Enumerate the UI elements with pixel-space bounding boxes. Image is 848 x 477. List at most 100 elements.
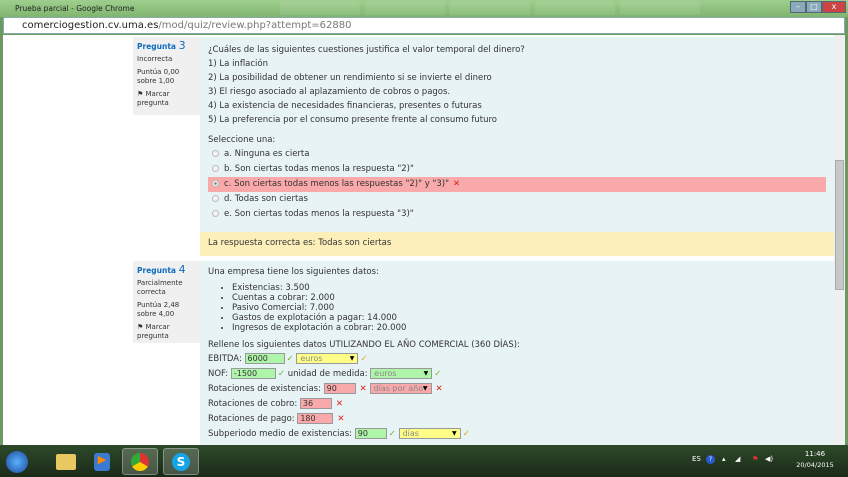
radio[interactable] xyxy=(212,150,219,157)
help-icon[interactable]: ? xyxy=(706,455,715,464)
flag-question-button[interactable]: ⚑ Marcar pregunta xyxy=(137,323,196,341)
subperiodo-unit-select[interactable]: días ▼ xyxy=(398,428,461,439)
list-item: Ingresos de explotación a cobrar: 20.000 xyxy=(232,323,826,333)
title-bar: Prueba parcial - Google Chrome – □ x xyxy=(0,0,848,17)
option-c-selected[interactable]: c. Son ciertas todas menos las respuesta… xyxy=(208,177,826,192)
check-icon: ✓ xyxy=(277,369,285,379)
clock[interactable]: 11:46 20/04/2015 xyxy=(790,449,840,471)
list-item: Cuentas a cobrar: 2.000 xyxy=(232,293,826,303)
question-score: Puntúa 0,00 sobre 1,00 xyxy=(137,68,180,85)
question-number: Pregunta 3 xyxy=(137,39,186,52)
option-b[interactable]: b. Son ciertas todas menos la respuesta … xyxy=(208,162,826,177)
option-e[interactable]: e. Son ciertas todas menos la respuesta … xyxy=(208,207,826,222)
close-button[interactable]: x xyxy=(822,1,846,13)
statement: 5) La preferencia por el consumo present… xyxy=(208,115,498,125)
taskbar-media-player[interactable]: ▶ xyxy=(84,448,120,475)
option-a[interactable]: a. Ninguna es cierta xyxy=(208,147,826,162)
rot-existencias-unit-select[interactable]: días por año ▼ xyxy=(369,383,432,394)
subperiodo-unit: días xyxy=(402,429,419,438)
page-content: Pregunta 3 Incorrecta Puntúa 0,00 sobre … xyxy=(3,35,845,445)
background-tab[interactable] xyxy=(365,1,445,15)
minimize-button[interactable]: – xyxy=(790,1,806,13)
data-list: Existencias: 3.500 Cuentas a cobrar: 2.0… xyxy=(232,283,826,333)
language-indicator[interactable]: ES xyxy=(692,455,701,463)
statement: 1) La inflación xyxy=(208,59,269,69)
incorrect-icon: ✕ xyxy=(435,384,443,394)
field-row-subperiodo: Subperiodo medio de existencias: 90 ✓ día… xyxy=(208,427,826,442)
partial-check-icon: ✓ xyxy=(360,354,368,364)
option-d[interactable]: d. Todas son ciertas xyxy=(208,192,826,207)
start-button[interactable] xyxy=(2,448,32,475)
rot-cobro-input[interactable]: 36 xyxy=(299,398,332,409)
volume-icon[interactable]: ◀) xyxy=(765,455,773,463)
list-item: Existencias: 3.500 xyxy=(232,283,826,293)
radio[interactable] xyxy=(212,195,219,202)
folder-icon xyxy=(56,453,76,470)
field-row-nof: NOF: -1500 ✓ unidad de medida: euros ▼ ✓ xyxy=(208,368,442,379)
field-row-rot-cobro: Rotaciones de cobro: 36 ✕ xyxy=(208,398,344,409)
question-score: Puntúa 2,48 sobre 4,00 xyxy=(137,301,180,318)
check-icon: ✓ xyxy=(286,354,294,364)
scrollbar-thumb[interactable] xyxy=(835,160,844,290)
radio[interactable] xyxy=(212,180,219,187)
question-text: ¿Cuáles de las siguientes cuestiones jus… xyxy=(208,45,525,55)
partial-check-icon: ✓ xyxy=(462,429,470,439)
tray-expand-icon[interactable]: ▴ xyxy=(722,455,726,463)
flag-icon: ⚑ xyxy=(137,90,146,98)
statement: 2) La posibilidad de obtener un rendimie… xyxy=(208,73,492,83)
incorrect-icon: ✕ xyxy=(337,414,345,424)
taskbar-explorer[interactable] xyxy=(48,448,84,475)
question-4-info: Pregunta 4 Parcialmente correcta Puntúa … xyxy=(133,261,200,343)
question-text: Una empresa tiene los siguientes datos: xyxy=(208,267,379,277)
taskbar-chrome[interactable] xyxy=(122,448,158,475)
flag-icon: ⚑ xyxy=(137,323,146,331)
action-center-icon[interactable]: ⚑ xyxy=(752,455,758,463)
flag-question-button[interactable]: ⚑ Marcar pregunta xyxy=(137,90,196,108)
incorrect-icon: ✕ xyxy=(359,384,367,394)
background-tab[interactable] xyxy=(450,1,530,15)
subperiodo-input[interactable]: 90 xyxy=(354,428,387,439)
maximize-button[interactable]: □ xyxy=(806,1,822,13)
question-number: Pregunta 4 xyxy=(137,263,186,276)
statement: 3) El riesgo asociado al aplazamiento de… xyxy=(208,87,451,97)
media-player-icon: ▶ xyxy=(94,452,110,471)
correct-answer-feedback: La respuesta correcta es: Todas son cier… xyxy=(200,232,834,256)
subperiodo-label: Subperiodo medio de existencias: xyxy=(208,429,353,439)
url: comerciogestion.cv.uma.es/mod/quiz/revie… xyxy=(22,20,351,31)
fill-prompt: Rellene los siguientes datos UTILIZANDO … xyxy=(208,340,520,350)
date: 20/04/2015 xyxy=(796,461,834,469)
network-icon[interactable]: ◢ xyxy=(735,455,740,463)
question-4-content: Una empresa tiene los siguientes datos: … xyxy=(200,261,834,445)
question-state: Incorrecta xyxy=(137,55,173,63)
radio[interactable] xyxy=(212,210,219,217)
window-title: Prueba parcial - Google Chrome xyxy=(15,4,135,13)
field-row-rot-pago: Rotaciones de pago: 180 ✕ xyxy=(208,413,345,424)
url-host: comerciogestion.cv.uma.es xyxy=(22,20,159,31)
question-3-info: Pregunta 3 Incorrecta Puntúa 0,00 sobre … xyxy=(133,37,200,115)
background-tab[interactable] xyxy=(280,1,360,15)
time: 11:46 xyxy=(804,450,826,458)
incorrect-icon: ✕ xyxy=(453,179,461,189)
rot-pago-input[interactable]: 180 xyxy=(297,413,334,424)
skype-icon: S xyxy=(172,452,190,471)
rot-existencias-input[interactable]: 90 xyxy=(323,383,356,394)
taskbar: ▶ S ES ? ▴ ◢ ⚑ ◀) 11:46 20/04/2015 xyxy=(0,445,848,477)
url-path: /mod/quiz/review.php?attempt=62880 xyxy=(158,20,352,31)
background-tab[interactable] xyxy=(620,1,700,15)
question-3-content: ¿Cuáles de las siguientes cuestiones jus… xyxy=(200,37,834,256)
chrome-icon xyxy=(131,452,149,471)
ebitda-unit-select[interactable]: euros ▼ xyxy=(296,353,359,364)
incorrect-icon: ✕ xyxy=(335,399,344,409)
nof-input[interactable]: -1500 xyxy=(230,368,276,379)
vertical-scrollbar[interactable] xyxy=(834,35,845,445)
windows-start-icon xyxy=(6,450,28,473)
address-bar[interactable]: comerciogestion.cv.uma.es/mod/quiz/revie… xyxy=(3,17,845,34)
background-tab[interactable] xyxy=(535,1,615,15)
radio[interactable] xyxy=(212,165,219,172)
ebitda-input[interactable]: 6000 xyxy=(244,353,285,364)
check-icon: ✓ xyxy=(434,369,442,379)
statement: 4) La existencia de necesidades financie… xyxy=(208,101,482,111)
field-row-ebitda: EBITDA: 6000 ✓ euros ▼ ✓ xyxy=(208,353,368,364)
nof-unit-select[interactable]: euros ▼ xyxy=(370,368,433,379)
taskbar-skype[interactable]: S xyxy=(163,448,199,475)
